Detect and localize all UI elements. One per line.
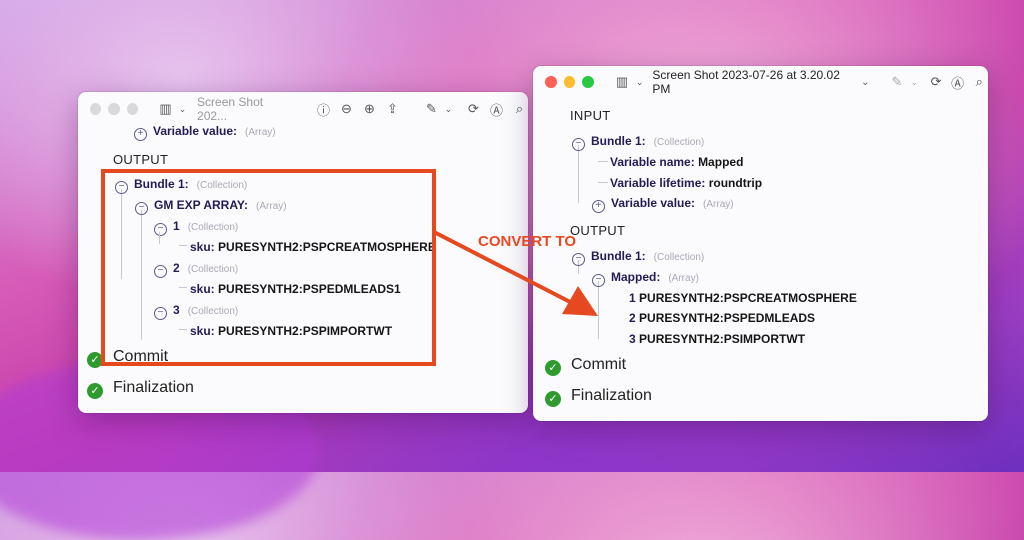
right-document: INPUT − Bundle 1: (Collection) Variable na…	[533, 98, 988, 421]
rotate-icon[interactable]: ⟳	[465, 101, 482, 117]
mapped-item-3: 3 PURESYNTH2:PSIMPORTWT	[629, 332, 806, 346]
sidebar-icon[interactable]: ▥	[613, 74, 631, 90]
check-icon: ✓	[545, 360, 561, 376]
chevron-down-icon[interactable]: ⌄	[174, 104, 191, 115]
output-heading: OUTPUT	[570, 223, 626, 238]
finalization-step: ✓ Finalization	[87, 379, 194, 399]
mapped-item-1: 1 PURESYNTH2:PSPCREATMOSPHERE	[629, 291, 857, 305]
right-preview-window: ▥ ⌄ Screen Shot 2023-07-26 at 3.20.02 PM…	[533, 66, 988, 421]
minimize-button[interactable]	[108, 103, 120, 115]
chevron-down-icon[interactable]: ⌄	[440, 104, 457, 115]
variable-value-row: + Variable value: (Array)	[592, 196, 734, 213]
search-icon[interactable]: ⌕	[970, 74, 988, 90]
right-titlebar: ▥ ⌄ Screen Shot 2023-07-26 at 3.20.02 PM…	[533, 66, 988, 98]
annotate-icon[interactable]: Ⓐ	[949, 73, 967, 92]
window-title: Screen Shot 2023-07-26 at 3.20.02 PM	[652, 68, 840, 96]
check-icon: ✓	[545, 391, 561, 407]
close-button[interactable]	[90, 103, 102, 115]
zoom-button[interactable]	[126, 103, 139, 115]
convert-to-label: CONVERT TO	[478, 233, 577, 250]
window-title: Screen Shot 202...	[197, 95, 264, 123]
zoom-in-icon[interactable]: ⊕	[361, 101, 378, 117]
chevron-down-icon[interactable]: ⌄	[631, 77, 649, 88]
mapped-item-2: 2 PURESYNTH2:PSPEDMLEADS	[629, 311, 816, 325]
input-heading: INPUT	[570, 108, 611, 123]
search-icon[interactable]: ⌕	[511, 101, 528, 117]
variable-lifetime-row: Variable lifetime: roundtrip	[610, 176, 763, 190]
markup-pen-icon[interactable]: ✎	[423, 101, 440, 117]
expand-icon[interactable]: +	[134, 128, 147, 141]
rotate-icon[interactable]: ⟳	[927, 74, 945, 90]
info-icon[interactable]: ⓘ	[315, 100, 332, 119]
finalization-step: ✓ Finalization	[545, 387, 652, 407]
expand-icon[interactable]: +	[592, 200, 605, 213]
title-chevron-icon[interactable]: ⌄	[856, 77, 874, 88]
minimize-button[interactable]	[563, 76, 576, 88]
collapse-icon[interactable]: −	[572, 253, 585, 266]
variable-value-row: + Variable value: (Array)	[134, 124, 276, 141]
output-bundle-row: − Bundle 1: (Collection)	[572, 249, 704, 266]
zoom-out-icon[interactable]: ⊖	[338, 101, 355, 117]
input-bundle-row: − Bundle 1: (Collection)	[572, 134, 704, 151]
zoom-button[interactable]	[582, 76, 595, 88]
annotate-icon[interactable]: Ⓐ	[488, 100, 505, 119]
output-heading: OUTPUT	[113, 152, 169, 167]
sidebar-icon[interactable]: ▥	[157, 101, 174, 117]
collapse-icon[interactable]: −	[572, 138, 585, 151]
mapped-row: − Mapped: (Array)	[592, 270, 699, 287]
check-icon: ✓	[87, 383, 103, 399]
highlight-box	[101, 169, 436, 366]
variable-name-row: Variable name: Mapped	[610, 155, 744, 169]
left-titlebar: ▥ ⌄ Screen Shot 202... ⓘ ⊖ ⊕ ⇪ ✎ ⌄ ⟳ Ⓐ ⌕	[78, 92, 528, 126]
share-icon[interactable]: ⇪	[384, 101, 401, 117]
commit-step: ✓ Commit	[545, 356, 626, 376]
close-button[interactable]	[545, 76, 557, 88]
collapse-icon[interactable]: −	[592, 274, 605, 287]
markup-pen-icon[interactable]: ✎	[888, 74, 906, 90]
chevron-down-icon[interactable]: ⌄	[906, 77, 924, 88]
